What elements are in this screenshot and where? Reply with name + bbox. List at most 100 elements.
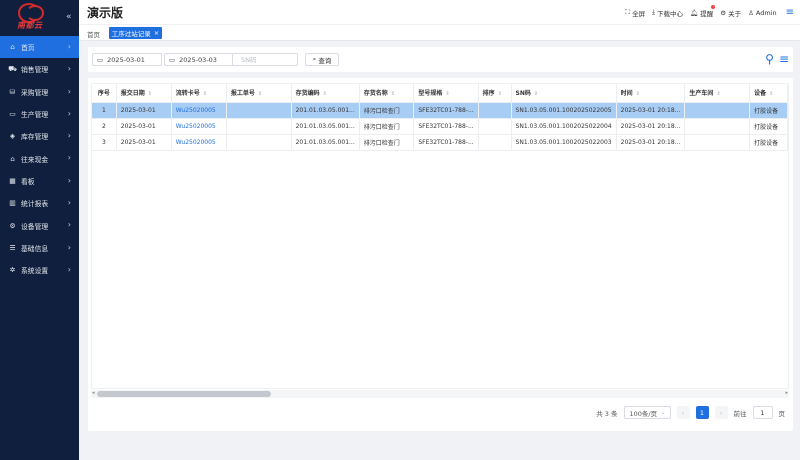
sidebar-item-label: 库存管理 [21, 133, 49, 142]
column-header[interactable]: 设备 ⇕ [749, 84, 788, 103]
sort-icon[interactable]: ⇕ [445, 91, 449, 97]
column-header[interactable]: 序号 [92, 84, 117, 103]
header-tools: ⛶ 全屏 ⤓ 下载中心 🔔︎ 提醒 ⚙ 关于 ♙ Admin ≡ [626, 4, 794, 18]
chevron-right-icon: › [67, 242, 71, 252]
table-cell: 201.01.03.05.001... [291, 102, 360, 119]
sliders-icon: ☰ [9, 243, 16, 252]
notification-dot [711, 4, 716, 9]
scroll-right-icon[interactable]: ▸ [785, 390, 788, 396]
sort-icon[interactable]: ⇕ [391, 91, 395, 97]
table-cell: 2025-03-01 20:18... [616, 118, 686, 135]
column-header-label: 生产车间 [689, 90, 714, 98]
user-icon: ♙ [748, 8, 754, 17]
end-date-value: 2025-03-03 [179, 55, 217, 64]
sort-icon[interactable]: ⇕ [716, 91, 720, 97]
table-panel: 序号 报交日期 ⇕ 流转卡号 ⇕ 报工单号 ⇕ 存货编码 ⇕ 存货名称 ⇕ 型号规格 ⇕ 排序 ⇕ SN码 ⇕ 时… [88, 78, 793, 431]
monitor-icon: ▭ [9, 110, 16, 119]
tab-home[interactable]: 首页 [87, 29, 100, 39]
user-menu[interactable]: ♙ Admin [748, 9, 777, 17]
tab-process-records[interactable]: 工序过站记录 × [109, 27, 162, 39]
sidebar-item-label: 看板 [21, 177, 35, 186]
collapse-sidebar-icon[interactable]: « [66, 12, 72, 22]
calendar-icon: ▭ [169, 55, 176, 64]
scrollbar-thumb[interactable] [97, 391, 271, 397]
sort-icon[interactable]: ⇕ [323, 91, 327, 97]
sort-icon[interactable]: ⇕ [203, 91, 207, 97]
sort-icon[interactable]: ⇕ [534, 91, 538, 97]
flow-card-link[interactable]: Wu25020005 [171, 102, 227, 119]
sidebar-item[interactable]: ⛁ 采购管理 › [0, 81, 79, 103]
sidebar-item[interactable]: ◈ 库存管理 › [0, 125, 79, 147]
column-header[interactable]: SN码 ⇕ [511, 84, 617, 103]
table-cell [684, 102, 751, 119]
sidebar-menu: ⌂ 首页 › ⛟ 销售管理 › ⛁ 采购管理 › ▭ 生产管理 › ◈ 库存管理 › ⌂ 往来现金 › ▦ 看板 › ▥ 统… [0, 36, 79, 281]
column-header[interactable]: 时间 ⇕ [616, 84, 686, 103]
sidebar-item[interactable]: ▭ 生产管理 › [0, 103, 79, 125]
query-label: 查询 [318, 56, 332, 65]
column-header[interactable]: 流转卡号 ⇕ [171, 84, 227, 103]
prev-page-button[interactable]: ‹ [676, 406, 690, 419]
page-size-select[interactable]: 100条/页 ⌄ [623, 406, 671, 419]
sidebar-item[interactable]: ✲ 系统设置 › [0, 259, 79, 281]
close-icon[interactable]: × [154, 29, 159, 37]
download-center-button[interactable]: ⤓ 下载中心 [652, 8, 683, 18]
end-date-input[interactable]: ▭ 2025-03-03 [164, 53, 234, 66]
table-cell: 打胶设备 [749, 118, 788, 135]
next-page-button[interactable]: › [714, 406, 728, 419]
sidebar-item[interactable]: ⌂ 首页 › [0, 36, 79, 59]
sidebar-item[interactable]: ▦ 看板 › [0, 170, 79, 192]
reminder-button[interactable]: 🔔︎ 提醒 [690, 4, 716, 18]
scroll-left-icon[interactable]: ◂ [92, 390, 95, 396]
sidebar-item-label: 采购管理 [21, 88, 49, 97]
about-button[interactable]: ⚙ 关于 [720, 8, 741, 18]
sort-icon[interactable]: ⇕ [498, 91, 502, 97]
sidebar-item[interactable]: ☰ 基础信息 › [0, 237, 79, 259]
data-table: 序号 报交日期 ⇕ 流转卡号 ⇕ 报工单号 ⇕ 存货编码 ⇕ 存货名称 ⇕ 型号规格 ⇕ 排序 ⇕ SN码 ⇕ 时… [92, 84, 788, 151]
goto-page-input[interactable] [752, 406, 773, 419]
column-settings-icon[interactable]: ≡ [779, 52, 789, 66]
column-header[interactable]: 报工单号 ⇕ [226, 84, 292, 103]
sort-icon[interactable]: ⇕ [769, 91, 773, 97]
flow-card-link[interactable]: Wu25020005 [171, 118, 227, 135]
table-row[interactable]: 3 2025-03-01 Wu25020005 201.01.03.05.001...… [92, 134, 788, 151]
column-header-label: 排序 [482, 90, 495, 98]
page-unit: 页 [778, 409, 786, 418]
sort-icon[interactable]: ⇕ [148, 91, 152, 97]
table-cell: SN1.03.05.001.1002025022004 [511, 118, 617, 135]
sort-icon[interactable]: ⇕ [258, 91, 262, 97]
sidebar-item[interactable]: ⛟ 销售管理 › [0, 58, 79, 80]
start-date-input[interactable]: ▭ 2025-03-01 [92, 53, 162, 66]
table-row[interactable]: 1 2025-03-01 Wu25020005 201.01.03.05.001...… [92, 102, 788, 119]
sort-icon[interactable]: ⇕ [636, 91, 640, 97]
column-header[interactable]: 型号规格 ⇕ [413, 84, 479, 103]
toggle-search-icon[interactable]: ⚲ [765, 52, 774, 66]
board-icon: ▦ [9, 176, 16, 185]
column-header-label: 型号规格 [418, 90, 443, 98]
sn-search-input[interactable] [232, 53, 298, 66]
download-icon: ⤓ [652, 8, 655, 16]
column-header[interactable]: 生产车间 ⇕ [684, 84, 751, 103]
sidebar-item-label: 基础信息 [21, 244, 49, 253]
table-cell: 1 [92, 102, 117, 119]
flow-card-link[interactable]: Wu25020005 [171, 134, 227, 151]
table-cell: 排污口检查门 [359, 102, 415, 119]
chevron-right-icon: › [67, 264, 71, 274]
user-name: Admin [755, 8, 777, 17]
logo: 南都云 « [0, 0, 79, 34]
fullscreen-button[interactable]: ⛶ 全屏 [626, 8, 646, 18]
table-cell: 排污口检查门 [359, 118, 415, 135]
sidebar-item[interactable]: ▥ 统计报表 › [0, 192, 79, 214]
sidebar-item[interactable]: ⌂ 往来现金 › [0, 147, 79, 169]
table-row[interactable]: 2 2025-03-01 Wu25020005 201.01.03.05.001...… [92, 118, 788, 135]
query-button[interactable]: ⌕ 查询 [305, 53, 339, 66]
page-number[interactable]: 1 [695, 406, 709, 419]
chevron-right-icon: › [67, 108, 71, 118]
column-header[interactable]: 存货编码 ⇕ [291, 84, 360, 103]
column-header[interactable]: 存货名称 ⇕ [359, 84, 415, 103]
table-cell: SN1.03.05.001.1002025022005 [511, 102, 617, 119]
menu-icon[interactable]: ≡ [786, 7, 794, 18]
sidebar-item[interactable]: ⚙ 设备管理 › [0, 214, 79, 236]
column-header[interactable]: 排序 ⇕ [478, 84, 512, 103]
column-header[interactable]: 报交日期 ⇕ [116, 84, 172, 103]
horizontal-scrollbar[interactable]: ◂ ▸ [91, 390, 789, 398]
